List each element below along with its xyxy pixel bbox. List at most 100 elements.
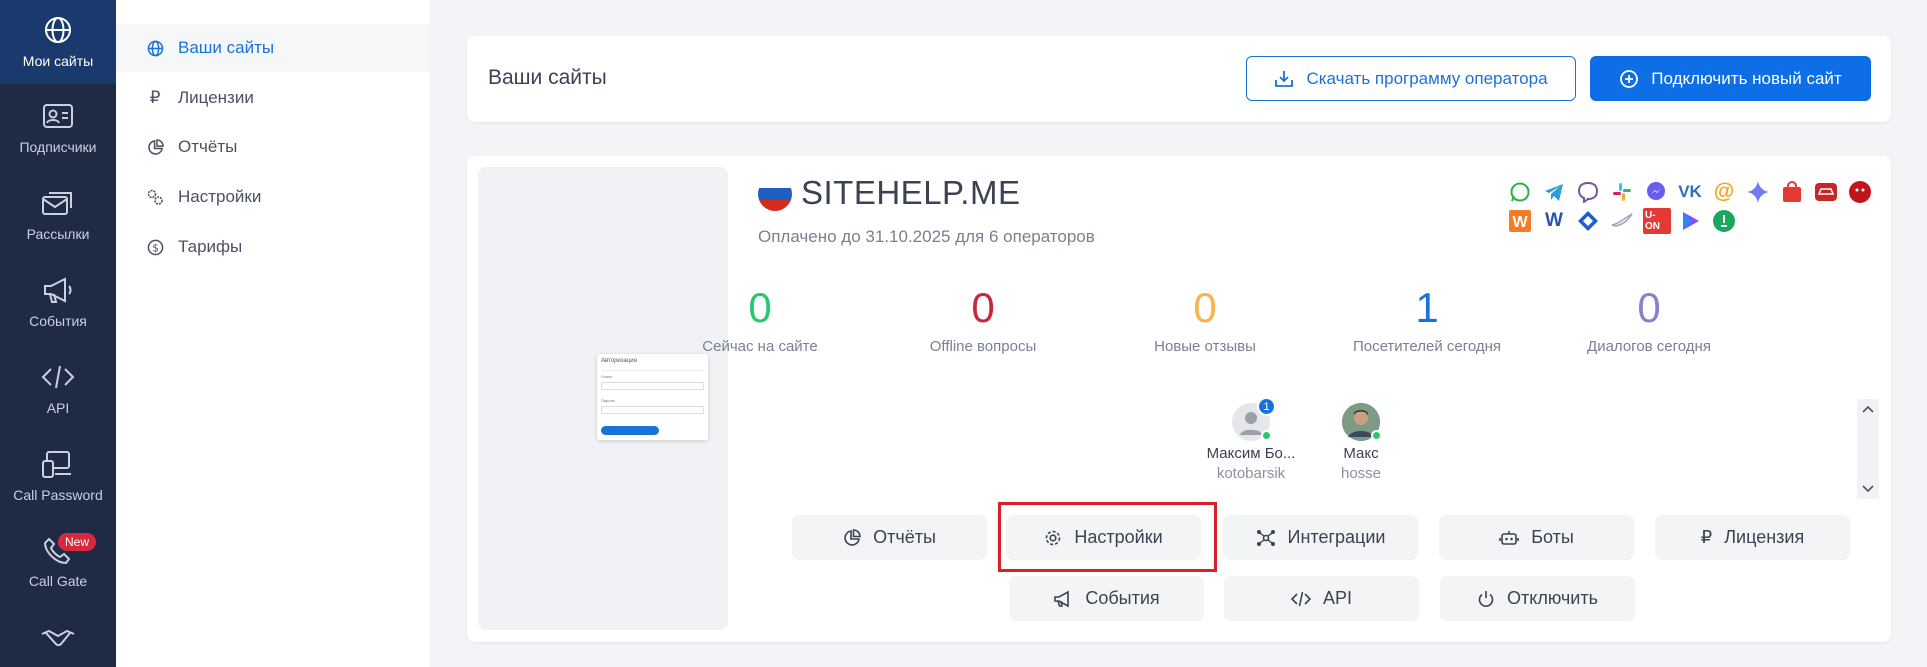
- stat-offline-questions[interactable]: 0 Offline вопросы: [883, 284, 1083, 356]
- settings-highlight-box: [998, 502, 1217, 572]
- preview-login-label: Логин: [601, 374, 612, 379]
- sites-submenu: Ваши сайты ₽ Лицензии Отчёты Настройки $…: [116, 0, 430, 667]
- rail-item-partners[interactable]: [0, 620, 116, 667]
- connect-new-site-label: Подключить новый сайт: [1651, 68, 1842, 88]
- russia-flag-icon: [758, 177, 792, 211]
- bird-icon[interactable]: [1609, 208, 1635, 234]
- preview-password-field: [601, 406, 704, 414]
- preview-login-button: [601, 426, 659, 435]
- rail-item-call-gate[interactable]: New Call Gate: [0, 530, 116, 600]
- disable-button[interactable]: Отключить: [1440, 576, 1635, 621]
- operator-card[interactable]: Макс hosse: [1306, 403, 1416, 482]
- submenu-item-your-sites[interactable]: Ваши сайты: [116, 24, 430, 72]
- main-rail: Мои сайты Подписчики Рассылки События AP…: [0, 0, 116, 667]
- gears-icon: [146, 188, 164, 206]
- rail-label: API: [46, 400, 70, 416]
- new-badge: New: [58, 533, 97, 551]
- submenu-item-settings[interactable]: Настройки: [116, 173, 430, 221]
- rail-label: Мои сайты: [22, 53, 94, 69]
- pie-chart-icon: [146, 138, 164, 156]
- stat-new-reviews[interactable]: 0 Новые отзывы: [1105, 284, 1305, 356]
- license-button[interactable]: ₽ Лицензия: [1655, 515, 1850, 560]
- integrations-button[interactable]: Интеграции: [1223, 515, 1418, 560]
- integrations-label: Интеграции: [1287, 527, 1386, 547]
- reports-button[interactable]: Отчёты: [792, 515, 987, 560]
- telegram-icon[interactable]: [1541, 179, 1567, 205]
- reports-label: Отчёты: [873, 527, 936, 547]
- bag-icon[interactable]: [1779, 179, 1805, 205]
- pie-chart-icon: [844, 528, 861, 546]
- events-button[interactable]: События: [1009, 576, 1204, 621]
- w-orange-icon[interactable]: W: [1507, 208, 1533, 234]
- page-title: Ваши сайты: [488, 66, 607, 89]
- site-name[interactable]: SITEHELP.ME: [801, 174, 1020, 212]
- globe-icon: [146, 39, 164, 57]
- globe-icon: [38, 10, 78, 50]
- stat-value: 0: [971, 284, 995, 331]
- stat-dialogs-today[interactable]: 0 Диалогов сегодня: [1549, 286, 1749, 356]
- diamond-icon[interactable]: [1745, 179, 1771, 205]
- svg-text:$: $: [152, 242, 159, 254]
- rail-item-call-password[interactable]: Call Password: [0, 444, 116, 514]
- submenu-label: Отчёты: [178, 137, 238, 156]
- connect-new-site-button[interactable]: Подключить новый сайт: [1590, 56, 1871, 101]
- pin-icon[interactable]: [1711, 208, 1737, 234]
- license-label: Лицензия: [1724, 527, 1805, 547]
- rail-label: Call Gate: [28, 573, 88, 589]
- stat-label: Сейчас на сайте: [702, 338, 818, 355]
- login-form-preview: Авторизация Логин Пароль: [597, 354, 708, 440]
- submenu-item-reports[interactable]: Отчёты: [116, 123, 430, 171]
- preview-password-label: Пароль: [601, 398, 615, 403]
- vk-icon[interactable]: VK: [1677, 179, 1703, 205]
- online-indicator: [1261, 430, 1272, 441]
- rail-item-api[interactable]: API: [0, 357, 116, 427]
- power-icon: [1478, 590, 1494, 607]
- submenu-item-tariffs[interactable]: $ Тарифы: [116, 223, 430, 271]
- api-button[interactable]: API: [1224, 576, 1419, 621]
- site-preview-thumbnail[interactable]: Авторизация Логин Пароль: [478, 167, 728, 630]
- w-blue-icon[interactable]: W: [1541, 208, 1567, 234]
- operator-card[interactable]: 1 Максим Бо... kotobarsik: [1196, 397, 1306, 482]
- rail-item-my-sites[interactable]: Мои сайты: [0, 0, 116, 84]
- slack-icon[interactable]: [1609, 179, 1635, 205]
- unread-count-badge: 1: [1257, 397, 1276, 416]
- events-label: События: [1085, 588, 1160, 608]
- submenu-item-licenses[interactable]: ₽ Лицензии: [116, 74, 430, 122]
- rail-item-mailings[interactable]: Рассылки: [0, 183, 116, 253]
- chevron-up-icon[interactable]: [1860, 401, 1876, 417]
- rail-item-events[interactable]: События: [0, 270, 116, 340]
- email-icon[interactable]: @: [1711, 179, 1737, 205]
- stat-value: 1: [1415, 284, 1439, 331]
- operator-name: Максим Бо...: [1206, 445, 1296, 462]
- bots-button[interactable]: Боты: [1439, 515, 1634, 560]
- messenger-icon[interactable]: [1643, 179, 1669, 205]
- submenu-label: Настройки: [178, 187, 262, 206]
- uon-text: U-ON: [1643, 208, 1671, 234]
- rail-label: Call Password: [13, 487, 103, 503]
- stat-label: Новые отзывы: [1154, 338, 1256, 355]
- stat-visitors-today[interactable]: 1 Посетителей сегодня: [1327, 284, 1527, 356]
- stat-on-site-now[interactable]: 0 Сейчас на сайте: [660, 284, 860, 356]
- robot-icon: [1499, 530, 1519, 545]
- play-icon[interactable]: [1677, 208, 1703, 234]
- viber-icon[interactable]: [1575, 179, 1601, 205]
- download-operator-app-button[interactable]: Скачать программу оператора: [1246, 56, 1576, 101]
- page-header: Ваши сайты Скачать программу оператора П…: [467, 36, 1891, 122]
- stat-value: 0: [1193, 284, 1217, 331]
- whatsapp-icon[interactable]: [1507, 179, 1533, 205]
- uon-icon[interactable]: U-ON: [1643, 208, 1671, 234]
- stat-label: Offline вопросы: [929, 338, 1037, 355]
- operators-scrollbar[interactable]: [1857, 399, 1879, 499]
- chevron-down-icon[interactable]: [1860, 481, 1876, 497]
- stat-value: 0: [748, 284, 772, 331]
- svg-text:W: W: [1512, 214, 1528, 231]
- handshake-icon: [38, 620, 78, 660]
- bear-icon[interactable]: [1847, 179, 1873, 205]
- jira-icon[interactable]: [1575, 208, 1601, 234]
- stat-label: Посетителей сегодня: [1352, 338, 1502, 355]
- envelopes-icon: [38, 183, 78, 223]
- preview-divider: [601, 370, 704, 371]
- preview-title: Авторизация: [601, 358, 637, 364]
- rail-item-subscribers[interactable]: Подписчики: [0, 96, 116, 166]
- car-icon[interactable]: [1813, 179, 1839, 205]
